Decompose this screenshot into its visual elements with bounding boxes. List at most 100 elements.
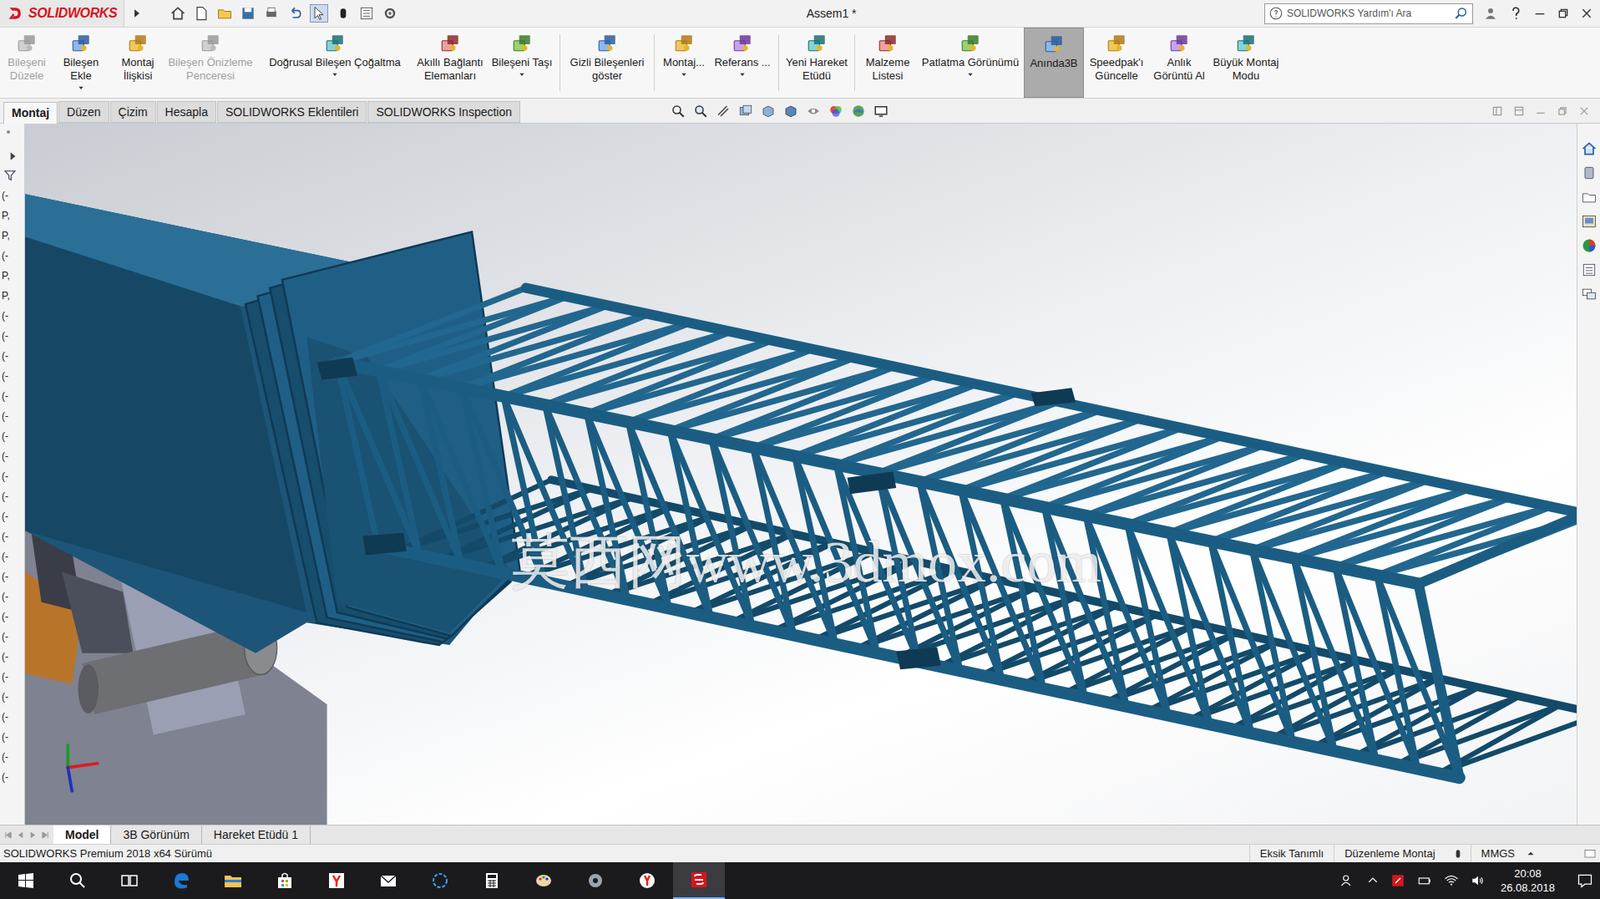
tray-app-icon[interactable] — [1390, 872, 1406, 888]
ribbon-button[interactable]: Montaj... — [658, 27, 710, 98]
dropdown-arrow-icon[interactable] — [518, 70, 526, 78]
ribbon-button[interactable]: Doğrusal Bileşen Çoğaltma — [257, 27, 413, 98]
open-folder-icon[interactable] — [216, 5, 233, 22]
filter-icon[interactable] — [3, 168, 25, 183]
design-library-icon[interactable] — [1580, 164, 1598, 182]
tree-item[interactable]: (- — [0, 245, 25, 266]
close-icon[interactable] — [1579, 6, 1594, 21]
view-settings-icon[interactable] — [873, 103, 889, 119]
taskbar-button[interactable] — [621, 861, 674, 899]
tree-item[interactable]: P, — [0, 285, 25, 306]
ribbon-button[interactable]: Bileşen Ekle — [50, 27, 112, 98]
first-tab-icon[interactable] — [3, 830, 13, 840]
ribbon-button[interactable]: Referans ... — [709, 27, 775, 98]
doc-minimize-icon[interactable] — [1534, 105, 1547, 117]
solidworks-resources-icon[interactable] — [1580, 140, 1598, 157]
tree-item[interactable]: (- — [0, 305, 25, 326]
command-tab[interactable]: Montaj — [3, 101, 58, 124]
tree-item[interactable]: (- — [0, 365, 25, 386]
taskbar-button[interactable] — [0, 861, 52, 899]
tree-item[interactable]: (- — [0, 666, 25, 687]
rebuild-indicator-icon[interactable] — [1445, 847, 1471, 860]
new-document-icon[interactable] — [192, 5, 210, 22]
help-search-box[interactable] — [1264, 3, 1474, 25]
taskbar-button[interactable] — [517, 861, 570, 899]
tree-item[interactable]: P, — [0, 205, 25, 226]
wifi-icon[interactable] — [1443, 872, 1459, 888]
ribbon-button[interactable]: Malzeme Listesi — [858, 27, 917, 98]
units-dropdown-icon[interactable] — [1524, 847, 1584, 860]
tree-item[interactable]: (- — [0, 325, 25, 346]
taskbar-button[interactable] — [103, 861, 156, 899]
appearances-icon[interactable] — [1580, 237, 1598, 254]
ribbon-button[interactable]: Patlatma Görünümü — [916, 27, 1024, 98]
status-item[interactable]: MMGS — [1470, 844, 1525, 862]
taskbar-button[interactable] — [362, 861, 415, 899]
options-gear-icon[interactable] — [381, 5, 399, 22]
model-tab[interactable]: 3B Görünüm — [111, 825, 202, 844]
dropdown-arrow-icon[interactable] — [331, 70, 339, 78]
model-tab[interactable]: Model — [53, 825, 112, 844]
ribbon-button[interactable]: Büyük Montaj Modu — [1209, 27, 1283, 98]
next-tab-icon[interactable] — [28, 830, 38, 840]
tree-item[interactable]: (- — [0, 726, 25, 747]
tree-item[interactable]: (- — [0, 405, 25, 426]
taskbar-button[interactable] — [673, 861, 725, 899]
display-style-icon[interactable] — [783, 103, 799, 119]
tree-item[interactable]: (- — [0, 526, 25, 547]
user-icon[interactable] — [1483, 5, 1499, 21]
edit-appearance-icon[interactable] — [828, 103, 844, 119]
previous-view-icon[interactable] — [738, 103, 754, 119]
print-icon[interactable] — [263, 5, 280, 22]
tile-icon[interactable] — [1491, 105, 1504, 117]
tree-item[interactable]: (- — [0, 766, 25, 787]
taskbar-button[interactable] — [414, 861, 466, 899]
file-explorer-icon[interactable] — [1580, 188, 1598, 206]
tree-item[interactable]: (- — [0, 606, 25, 627]
view-palette-icon[interactable] — [1580, 212, 1598, 230]
tree-item[interactable]: (- — [0, 345, 25, 366]
ribbon-button[interactable]: Gizli Bileşenleri göster — [563, 27, 651, 98]
assembly-model[interactable] — [25, 123, 1577, 825]
help-search-input[interactable] — [1286, 5, 1451, 21]
command-tab[interactable]: Düzen — [58, 101, 109, 123]
undo-icon[interactable] — [286, 5, 304, 22]
dropdown-arrow-icon[interactable] — [967, 70, 974, 78]
taskbar-button[interactable] — [207, 861, 259, 899]
ribbon-button[interactable]: Montaj İlişkisi — [111, 27, 164, 98]
tree-item[interactable]: (- — [0, 626, 25, 647]
battery-icon[interactable] — [1417, 872, 1433, 888]
taskbar-button[interactable] — [155, 861, 208, 899]
tree-item[interactable]: (- — [0, 385, 25, 406]
tree-item[interactable]: (- — [0, 706, 25, 727]
expand-pane-icon[interactable] — [6, 150, 25, 163]
ribbon-button[interactable]: Anında3B — [1023, 27, 1084, 98]
tree-item[interactable]: (- — [0, 586, 25, 607]
ribbon-button[interactable]: Yeni Hareket Etüdü — [782, 27, 851, 98]
pin-icon[interactable] — [3, 126, 25, 137]
taskbar-button[interactable] — [465, 861, 518, 899]
tree-item[interactable]: (- — [0, 445, 25, 466]
taskbar-button[interactable] — [569, 861, 622, 899]
taskbar-button[interactable] — [310, 861, 363, 899]
tree-item[interactable]: P, — [0, 265, 25, 286]
dropdown-arrow-icon[interactable] — [739, 70, 746, 78]
minimize-icon[interactable] — [1533, 6, 1547, 21]
command-tab[interactable]: SOLIDWORKS Inspection — [367, 101, 521, 123]
help-menu-icon[interactable] — [1508, 5, 1524, 21]
tree-item[interactable]: P, — [0, 225, 25, 246]
tree-item[interactable]: (- — [0, 506, 25, 527]
command-tab[interactable]: Hesapla — [156, 101, 217, 123]
show-hidden-icons-icon[interactable] — [1367, 874, 1379, 887]
dropdown-arrow-icon[interactable] — [680, 70, 688, 78]
ribbon-button[interactable]: Akıllı Bağlantı Elemanları — [412, 27, 488, 98]
action-center-icon[interactable] — [1576, 871, 1594, 889]
taskbar-button[interactable] — [258, 861, 311, 899]
tree-item[interactable]: (- — [0, 686, 25, 707]
hide-show-items-icon[interactable] — [805, 103, 821, 119]
forum-icon[interactable] — [1580, 285, 1598, 303]
tree-item[interactable]: (- — [0, 566, 25, 587]
restore-icon[interactable] — [1556, 6, 1570, 21]
zoom-to-area-icon[interactable] — [693, 103, 709, 119]
tree-item[interactable]: (- — [0, 425, 25, 446]
